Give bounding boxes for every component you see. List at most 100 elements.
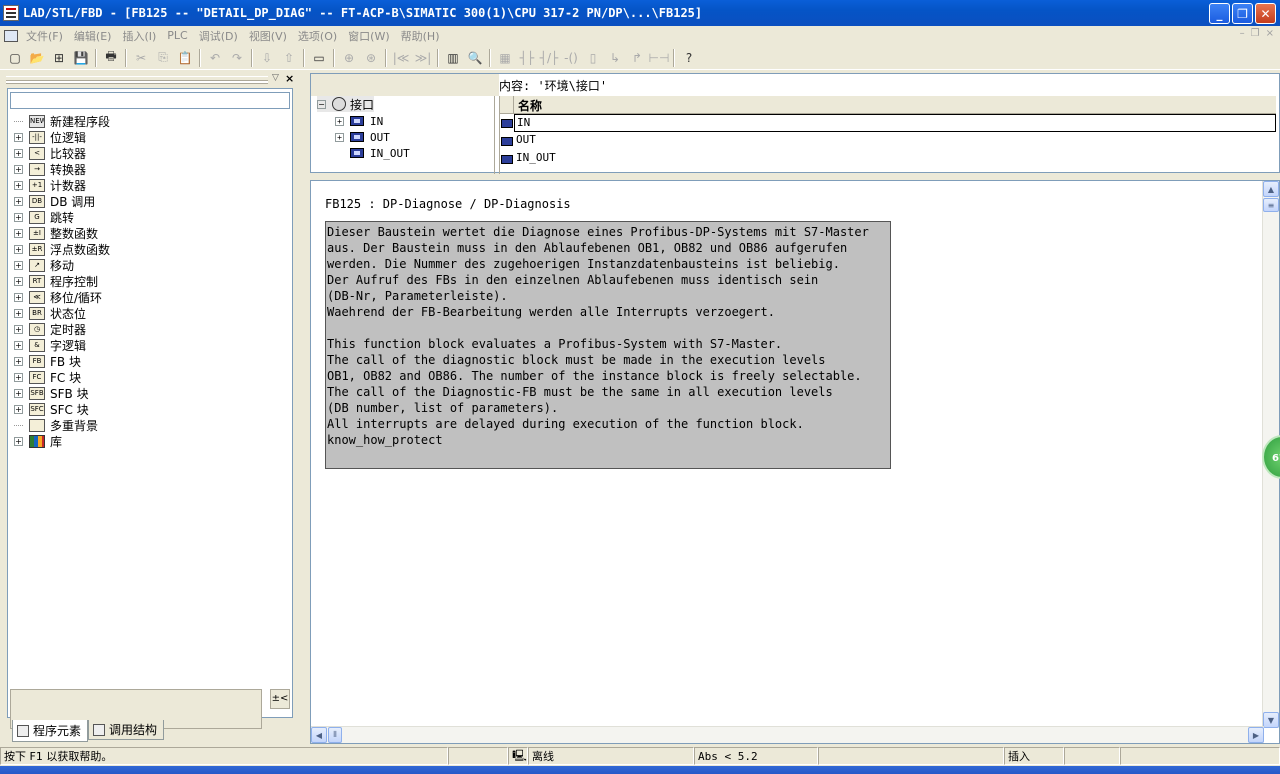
- scroll-thumb[interactable]: ≡: [1263, 198, 1279, 212]
- expand-icon[interactable]: +: [14, 404, 23, 414]
- tree-item[interactable]: NEW 新建程序段: [12, 113, 290, 129]
- expand-icon[interactable]: +: [14, 260, 23, 270]
- menu-edit[interactable]: 编辑(E): [74, 28, 112, 44]
- expand-icon[interactable]: +: [335, 132, 344, 142]
- print-icon[interactable]: 🖶: [100, 47, 122, 69]
- coil-icon[interactable]: -(): [560, 47, 582, 69]
- tree-item[interactable]: + ±I 整数函数: [12, 225, 290, 241]
- overview-icon[interactable]: ▭: [308, 47, 330, 69]
- open-branch-icon[interactable]: ↳: [604, 47, 626, 69]
- expand-icon[interactable]: +: [14, 180, 23, 190]
- expand-icon[interactable]: +: [14, 148, 23, 158]
- menu-file[interactable]: 文件(F): [26, 28, 63, 44]
- expand-icon[interactable]: +: [14, 132, 23, 142]
- tree-item[interactable]: + < 比较器: [12, 145, 290, 161]
- grid-cell-name[interactable]: IN_OUT: [514, 150, 1276, 168]
- network-icon[interactable]: ▦: [494, 47, 516, 69]
- element-filter-field[interactable]: [10, 92, 290, 109]
- open-icon[interactable]: 📂: [26, 47, 48, 69]
- tree-item[interactable]: + FC FC 块: [12, 369, 290, 385]
- undo-icon[interactable]: ↶: [204, 47, 226, 69]
- column-header-name[interactable]: 名称: [518, 97, 542, 114]
- expand-icon[interactable]: +: [14, 228, 23, 238]
- menu-debug[interactable]: 调试(D): [199, 28, 238, 44]
- monitor-icon[interactable]: ⊕: [338, 47, 360, 69]
- expand-icon[interactable]: +: [14, 164, 23, 174]
- tree-item[interactable]: + FB FB 块: [12, 353, 290, 369]
- interface-node-in[interactable]: + IN: [335, 113, 383, 129]
- save-icon[interactable]: 💾: [70, 47, 92, 69]
- scroll-thumb[interactable]: ⦀: [328, 727, 342, 743]
- tree-item[interactable]: + -||- 位逻辑: [12, 129, 290, 145]
- redo-icon[interactable]: ↷: [226, 47, 248, 69]
- tree-item[interactable]: + ◷ 定时器: [12, 321, 290, 337]
- tree-item[interactable]: 多重背景: [12, 417, 290, 433]
- panel-grip[interactable]: ▽ ×: [4, 72, 296, 86]
- grid-row[interactable]: IN: [500, 114, 1276, 132]
- scroll-left-icon[interactable]: ◀: [311, 727, 327, 743]
- close-branch-icon[interactable]: ↱: [626, 47, 648, 69]
- scroll-up-icon[interactable]: ▲: [1263, 181, 1279, 197]
- tree-item[interactable]: + ±R 浮点数函数: [12, 241, 290, 257]
- download-icon[interactable]: ⇩: [256, 47, 278, 69]
- expand-icon[interactable]: +: [14, 196, 23, 206]
- expand-icon[interactable]: +: [14, 308, 23, 318]
- tree-item[interactable]: + DB DB 调用: [12, 193, 290, 209]
- grid-cell-name[interactable]: IN: [514, 114, 1276, 132]
- expand-icon[interactable]: +: [14, 356, 23, 366]
- nc-contact-icon[interactable]: ┤/├: [538, 47, 560, 69]
- copy-icon[interactable]: ⎘: [152, 47, 174, 69]
- pin-icon[interactable]: ▽: [272, 73, 284, 84]
- block-comment[interactable]: Dieser Baustein wertet die Diagnose eine…: [325, 221, 891, 469]
- no-contact-icon[interactable]: ┤├: [516, 47, 538, 69]
- expand-icon[interactable]: +: [14, 276, 23, 286]
- tree-item[interactable]: + 库: [12, 433, 290, 449]
- expand-icon[interactable]: +: [14, 244, 23, 254]
- empty-box-icon[interactable]: ▯: [582, 47, 604, 69]
- panel-close-icon[interactable]: ×: [285, 72, 297, 85]
- tree-item[interactable]: + & 字逻辑: [12, 337, 290, 353]
- first-network-icon[interactable]: |≪: [390, 47, 412, 69]
- mdi-restore-button[interactable]: ❐: [1251, 28, 1260, 39]
- expand-icon[interactable]: +: [14, 340, 23, 350]
- expand-icon[interactable]: +: [14, 372, 23, 382]
- minimize-button[interactable]: _: [1209, 3, 1230, 24]
- mdi-close-button[interactable]: ×: [1266, 28, 1274, 39]
- interface-node-out[interactable]: + OUT: [335, 129, 390, 145]
- block-title[interactable]: FB125 : DP-Diagnose / DP-Diagnosis: [325, 197, 571, 211]
- tab-program-elements[interactable]: 程序元素: [12, 720, 89, 742]
- paste-icon[interactable]: 📋: [174, 47, 196, 69]
- tree-item[interactable]: + SFC SFC 块: [12, 401, 290, 417]
- scroll-right-icon[interactable]: ▶: [1248, 727, 1264, 743]
- tree-item[interactable]: + ↗ 移动: [12, 257, 290, 273]
- tab-call-structure[interactable]: 调用结构: [88, 720, 165, 740]
- interface-root-node[interactable]: − 接口: [317, 96, 375, 112]
- interface-node-in-out[interactable]: IN_OUT: [350, 145, 410, 161]
- details-icon[interactable]: 🔍: [464, 47, 486, 69]
- mdi-minimize-button[interactable]: –: [1240, 28, 1245, 39]
- scroll-down-icon[interactable]: ▼: [1263, 712, 1279, 728]
- expand-icon[interactable]: +: [14, 292, 23, 302]
- menu-insert[interactable]: 插入(I): [122, 28, 156, 44]
- expand-icon[interactable]: +: [335, 116, 344, 126]
- tree-item[interactable]: + RT 程序控制: [12, 273, 290, 289]
- expand-icon[interactable]: +: [14, 324, 23, 334]
- menu-options[interactable]: 选项(O): [298, 28, 337, 44]
- grid-row[interactable]: OUT: [500, 132, 1276, 150]
- expand-icon[interactable]: +: [14, 436, 23, 446]
- document-menu-icon[interactable]: [4, 29, 18, 42]
- menu-help[interactable]: 帮助(H): [401, 28, 440, 44]
- close-button[interactable]: ✕: [1255, 3, 1276, 24]
- maximize-button[interactable]: ❐: [1232, 3, 1253, 24]
- connection-icon[interactable]: ⊢⊣: [648, 47, 670, 69]
- menu-plc[interactable]: PLC: [167, 29, 187, 42]
- collapse-icon[interactable]: −: [317, 99, 326, 109]
- last-network-icon[interactable]: ≫|: [412, 47, 434, 69]
- new-icon[interactable]: ▢: [4, 47, 26, 69]
- code-editor[interactable]: FB125 : DP-Diagnose / DP-Diagnosis Diese…: [310, 180, 1280, 744]
- app-icon[interactable]: [3, 5, 19, 21]
- accessible-nodes-icon[interactable]: ⊞: [48, 47, 70, 69]
- cut-icon[interactable]: ✂: [130, 47, 152, 69]
- tree-item[interactable]: + G 跳转: [12, 209, 290, 225]
- tree-item[interactable]: + → 转换器: [12, 161, 290, 177]
